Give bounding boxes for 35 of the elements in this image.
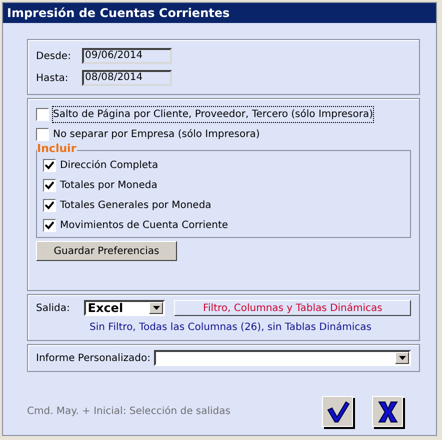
ok-button[interactable] xyxy=(322,396,353,427)
hint-text: Cmd. May. + Inicial: Selección de salidas xyxy=(27,405,232,419)
group-title: Incluir xyxy=(37,143,78,155)
dropdown-value: Excel xyxy=(86,300,124,317)
caret-icon xyxy=(152,306,160,310)
filter-button[interactable]: Filtro, Columnas y Tablas Dinámicas xyxy=(174,300,411,316)
checkbox[interactable] xyxy=(43,158,56,172)
checkbox-label[interactable]: Salto de Página por Cliente, Proveedor, Tercero (sólo Impresora) xyxy=(53,106,374,122)
date-field[interactable]: 08/08/2014 xyxy=(82,70,172,86)
checkbox-label[interactable]: Dirección Completa xyxy=(60,158,158,172)
checkbox[interactable] xyxy=(36,128,49,140)
checkbox[interactable] xyxy=(36,108,49,120)
field-label: Hasta: xyxy=(36,72,70,86)
save-preferences-button[interactable]: Guardar Preferencias xyxy=(36,241,177,261)
checkbox[interactable] xyxy=(43,198,56,212)
checkbox[interactable] xyxy=(43,178,56,192)
checkbox-label[interactable]: Movimientos de Cuenta Corriente xyxy=(60,218,228,232)
report-dropdown[interactable] xyxy=(154,350,411,366)
report-label: Informe Personalizado: xyxy=(36,352,150,366)
checkbox-label[interactable]: Totales Generales por Moneda xyxy=(60,198,212,212)
caret-icon xyxy=(398,356,406,360)
close-icon xyxy=(376,400,400,424)
output-label: Salida: xyxy=(36,302,71,316)
date-field[interactable]: 09/06/2014 xyxy=(82,48,172,64)
checkbox[interactable] xyxy=(43,218,56,232)
checkbox-label[interactable]: No separar por Empresa (sólo Impresora) xyxy=(53,126,260,142)
window-title: Impresión de Cuentas Corrientes xyxy=(3,3,436,23)
checkbox-label[interactable]: Totales por Moneda xyxy=(60,178,158,192)
checkmark-icon xyxy=(326,400,350,424)
output-dropdown[interactable]: Excel xyxy=(84,300,166,316)
cancel-button[interactable] xyxy=(372,396,403,427)
field-label: Desde: xyxy=(36,50,72,64)
dropdown-button[interactable] xyxy=(395,352,409,364)
output-summary: Sin Filtro, Todas las Columnas (26), sin Tablas Dinámicas xyxy=(88,321,372,335)
dropdown-button[interactable] xyxy=(149,302,164,314)
